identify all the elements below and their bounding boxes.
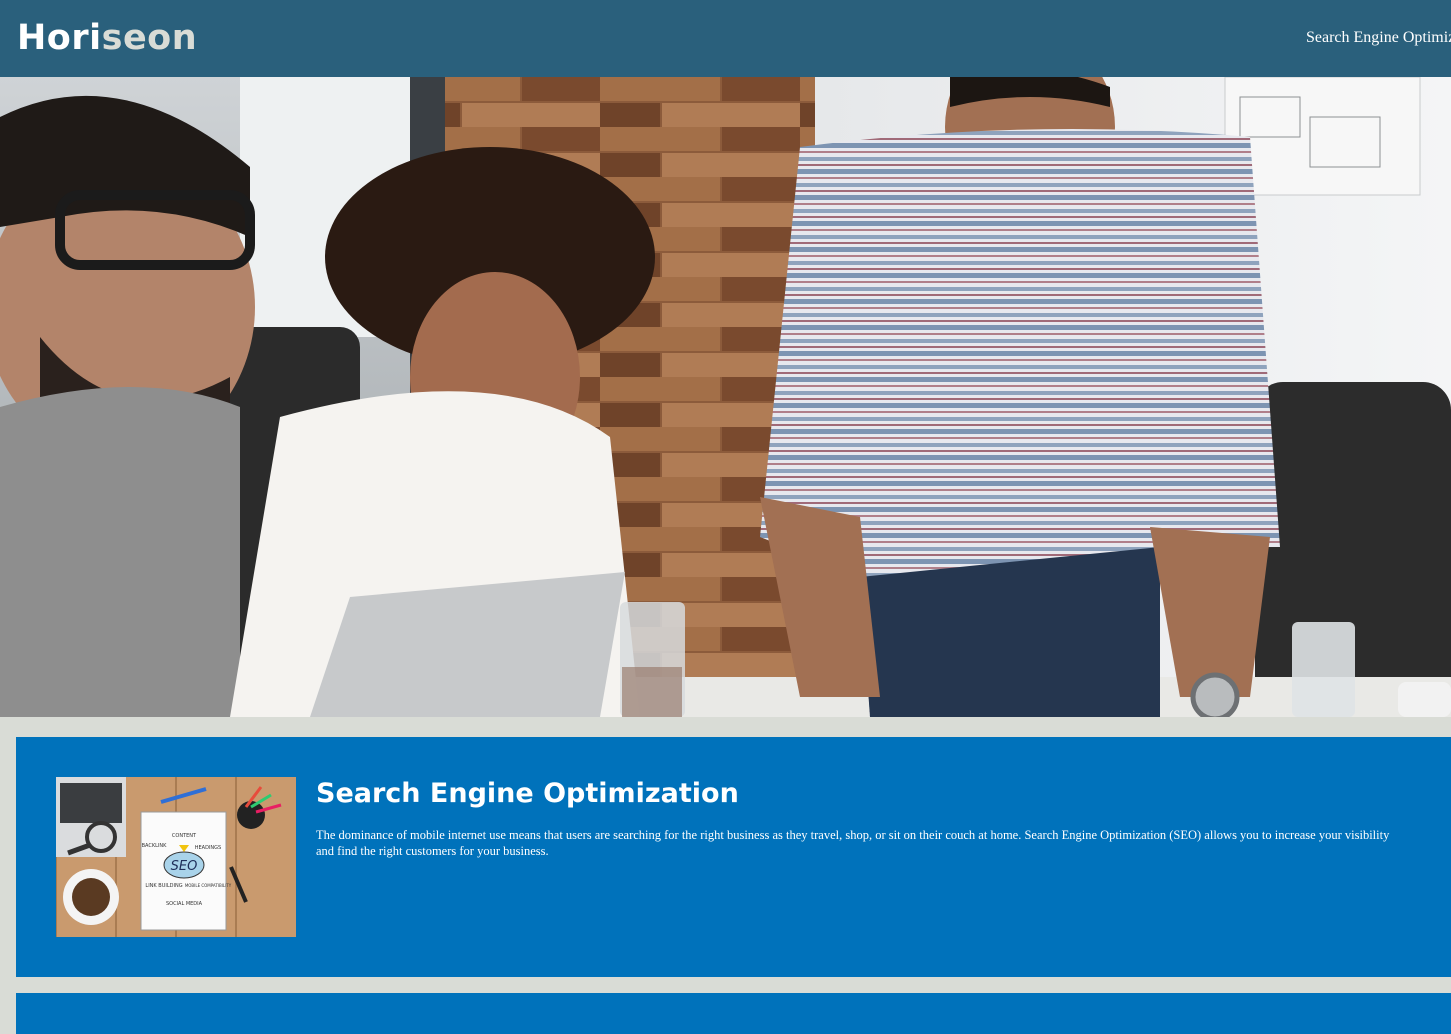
logo-main: Hori bbox=[17, 18, 102, 58]
section-next bbox=[16, 993, 1451, 1034]
link-building-label: LINK BUILDING bbox=[145, 883, 182, 889]
seo-label: SEO bbox=[171, 859, 198, 874]
seo-image: SEO CONTENT BACKLINK HEADINGS LINK BUILD… bbox=[56, 777, 296, 937]
section-text: The dominance of mobile internet use mea… bbox=[316, 828, 1390, 858]
site-logo[interactable]: Horiseon bbox=[17, 16, 197, 60]
mobile-compat-label: MOBILE COMPATIBILITY bbox=[185, 883, 232, 888]
section-title: Search Engine Optimization bbox=[316, 778, 739, 809]
hero-image bbox=[0, 77, 1451, 717]
nav-link-seo[interactable]: Search Engine Optimiz bbox=[1306, 28, 1451, 48]
social-media-label: SOCIAL MEDIA bbox=[166, 901, 203, 907]
headings-label: HEADINGS bbox=[195, 845, 221, 851]
seo-notebook-image: SEO CONTENT BACKLINK HEADINGS LINK BUILD… bbox=[56, 777, 296, 937]
business-meeting-photo bbox=[0, 77, 1451, 717]
logo-accent: seon bbox=[101, 18, 198, 58]
section-seo: SEO CONTENT BACKLINK HEADINGS LINK BUILD… bbox=[16, 737, 1451, 977]
content-label: CONTENT bbox=[172, 833, 197, 839]
backlink-label: BACKLINK bbox=[142, 843, 168, 849]
site-header: Horiseon Search Engine Optimiz bbox=[0, 0, 1451, 77]
